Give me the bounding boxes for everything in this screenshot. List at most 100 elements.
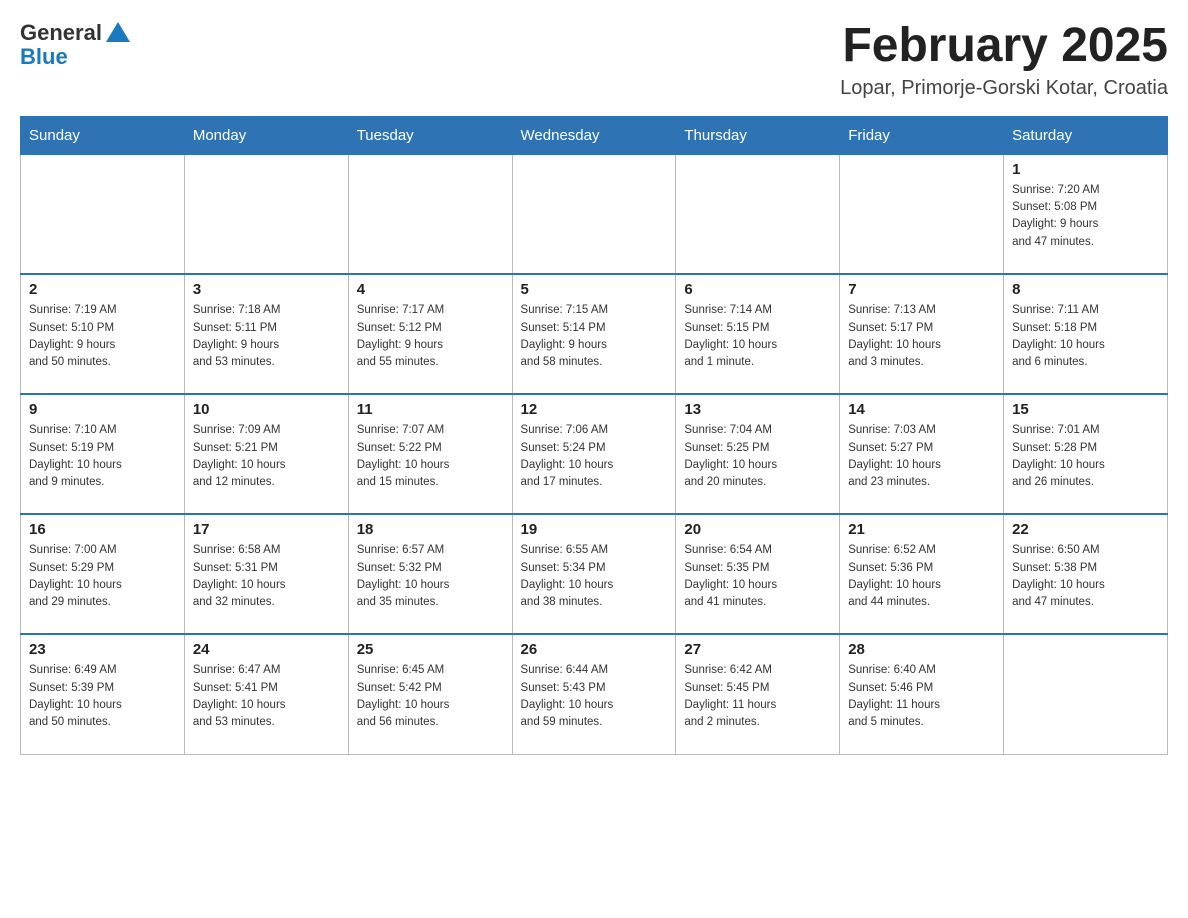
calendar-cell: 7Sunrise: 7:13 AM Sunset: 5:17 PM Daylig… [840,274,1004,394]
day-header-thursday: Thursday [676,116,840,154]
calendar-cell: 27Sunrise: 6:42 AM Sunset: 5:45 PM Dayli… [676,634,840,754]
calendar-week-row: 16 Sunrise: 7:00 AM Sunset: 5:29 PM Dayli… [21,514,1168,634]
day-header-saturday: Saturday [1004,116,1168,154]
calendar-table: SundayMondayTuesdayWednesdayThursdayFrid… [20,116,1168,755]
calendar-cell: 4 Sunrise: 7:17 AM Sunset: 5:12 PM Daylig… [348,274,512,394]
day-info: Sunrise: 7:01 AM Sunset: 5:28 PM Dayligh… [1012,422,1159,491]
day-info: Sunrise: 7:10 AM Sunset: 5:19 PM Dayligh… [29,422,176,491]
calendar-cell: 28 Sunrise: 6:40 AM Sunset: 5:46 PM Dayli… [840,634,1004,754]
calendar-cell [676,154,840,274]
day-number: 7 [848,281,995,298]
calendar-cell [21,154,185,274]
day-number: 3 [193,281,340,298]
logo: General Blue [20,20,130,70]
day-info: Sunrise: 6:57 AM Sunset: 5:32 PM Dayligh… [357,542,504,611]
day-header-sunday: Sunday [21,116,185,154]
day-info: Sunrise: 6:45 AM Sunset: 5:42 PM Dayligh… [357,662,504,731]
month-title: February 2025 [840,20,1168,73]
calendar-cell: 3 Sunrise: 7:18 AM Sunset: 5:11 PM Daylig… [184,274,348,394]
day-info: Sunrise: 6:42 AM Sunset: 5:45 PM Dayligh… [684,662,831,731]
calendar-cell [184,154,348,274]
location-title: Lopar, Primorje-Gorski Kotar, Croatia [840,77,1168,100]
calendar-header-row: SundayMondayTuesdayWednesdayThursdayFrid… [21,116,1168,154]
day-info: Sunrise: 7:19 AM Sunset: 5:10 PM Dayligh… [29,302,176,371]
day-number: 9 [29,401,176,418]
day-number: 23 [29,641,176,658]
calendar-cell [1004,634,1168,754]
calendar-week-row: 23Sunrise: 6:49 AM Sunset: 5:39 PM Dayli… [21,634,1168,754]
day-number: 26 [521,641,668,658]
calendar-cell [840,154,1004,274]
day-info: Sunrise: 6:52 AM Sunset: 5:36 PM Dayligh… [848,542,995,611]
day-info: Sunrise: 6:54 AM Sunset: 5:35 PM Dayligh… [684,542,831,611]
calendar-cell: 16 Sunrise: 7:00 AM Sunset: 5:29 PM Dayli… [21,514,185,634]
day-info: Sunrise: 7:11 AM Sunset: 5:18 PM Dayligh… [1012,302,1159,371]
day-info: Sunrise: 6:44 AM Sunset: 5:43 PM Dayligh… [521,662,668,731]
day-info: Sunrise: 6:58 AM Sunset: 5:31 PM Dayligh… [193,542,340,611]
day-number: 24 [193,641,340,658]
day-info: Sunrise: 7:09 AM Sunset: 5:21 PM Dayligh… [193,422,340,491]
day-number: 28 [848,641,995,658]
day-header-tuesday: Tuesday [348,116,512,154]
calendar-week-row: 1 Sunrise: 7:20 AM Sunset: 5:08 PM Daylig… [21,154,1168,274]
day-info: Sunrise: 7:18 AM Sunset: 5:11 PM Dayligh… [193,302,340,371]
calendar-cell: 10 Sunrise: 7:09 AM Sunset: 5:21 PM Dayli… [184,394,348,514]
calendar-cell: 21 Sunrise: 6:52 AM Sunset: 5:36 PM Dayli… [840,514,1004,634]
day-info: Sunrise: 7:00 AM Sunset: 5:29 PM Dayligh… [29,542,176,611]
day-info: Sunrise: 7:07 AM Sunset: 5:22 PM Dayligh… [357,422,504,491]
day-number: 14 [848,401,995,418]
day-header-friday: Friday [840,116,1004,154]
day-number: 8 [1012,281,1159,298]
day-info: Sunrise: 7:04 AM Sunset: 5:25 PM Dayligh… [684,422,831,491]
day-number: 2 [29,281,176,298]
calendar-cell: 14 Sunrise: 7:03 AM Sunset: 5:27 PM Dayli… [840,394,1004,514]
day-number: 17 [193,521,340,538]
calendar-cell: 19 Sunrise: 6:55 AM Sunset: 5:34 PM Dayli… [512,514,676,634]
day-info: Sunrise: 7:15 AM Sunset: 5:14 PM Dayligh… [521,302,668,371]
calendar-cell: 12 Sunrise: 7:06 AM Sunset: 5:24 PM Dayli… [512,394,676,514]
day-number: 16 [29,521,176,538]
calendar-cell: 20 Sunrise: 6:54 AM Sunset: 5:35 PM Dayli… [676,514,840,634]
day-number: 13 [684,401,831,418]
calendar-week-row: 2 Sunrise: 7:19 AM Sunset: 5:10 PM Daylig… [21,274,1168,394]
calendar-cell: 8 Sunrise: 7:11 AM Sunset: 5:18 PM Daylig… [1004,274,1168,394]
calendar-cell: 6 Sunrise: 7:14 AM Sunset: 5:15 PM Daylig… [676,274,840,394]
calendar-cell [348,154,512,274]
day-number: 25 [357,641,504,658]
day-info: Sunrise: 6:55 AM Sunset: 5:34 PM Dayligh… [521,542,668,611]
day-number: 20 [684,521,831,538]
day-number: 6 [684,281,831,298]
calendar-cell: 13 Sunrise: 7:04 AM Sunset: 5:25 PM Dayli… [676,394,840,514]
day-header-monday: Monday [184,116,348,154]
day-number: 21 [848,521,995,538]
calendar-cell: 23Sunrise: 6:49 AM Sunset: 5:39 PM Dayli… [21,634,185,754]
day-number: 18 [357,521,504,538]
day-number: 1 [1012,161,1159,178]
day-info: Sunrise: 7:17 AM Sunset: 5:12 PM Dayligh… [357,302,504,371]
day-number: 12 [521,401,668,418]
calendar-cell: 26 Sunrise: 6:44 AM Sunset: 5:43 PM Dayli… [512,634,676,754]
day-number: 4 [357,281,504,298]
calendar-cell: 24Sunrise: 6:47 AM Sunset: 5:41 PM Dayli… [184,634,348,754]
calendar-week-row: 9 Sunrise: 7:10 AM Sunset: 5:19 PM Daylig… [21,394,1168,514]
day-info: Sunrise: 6:50 AM Sunset: 5:38 PM Dayligh… [1012,542,1159,611]
day-info: Sunrise: 7:14 AM Sunset: 5:15 PM Dayligh… [684,302,831,371]
day-number: 22 [1012,521,1159,538]
day-number: 19 [521,521,668,538]
calendar-cell: 18 Sunrise: 6:57 AM Sunset: 5:32 PM Dayli… [348,514,512,634]
day-number: 10 [193,401,340,418]
calendar-cell: 22 Sunrise: 6:50 AM Sunset: 5:38 PM Dayli… [1004,514,1168,634]
day-info: Sunrise: 7:06 AM Sunset: 5:24 PM Dayligh… [521,422,668,491]
calendar-cell: 11Sunrise: 7:07 AM Sunset: 5:22 PM Dayli… [348,394,512,514]
calendar-cell: 9 Sunrise: 7:10 AM Sunset: 5:19 PM Daylig… [21,394,185,514]
logo-blue-text: Blue [20,44,68,70]
day-number: 15 [1012,401,1159,418]
day-info: Sunrise: 6:40 AM Sunset: 5:46 PM Dayligh… [848,662,995,731]
calendar-cell: 17 Sunrise: 6:58 AM Sunset: 5:31 PM Dayli… [184,514,348,634]
calendar-cell: 1 Sunrise: 7:20 AM Sunset: 5:08 PM Daylig… [1004,154,1168,274]
calendar-cell: 5 Sunrise: 7:15 AM Sunset: 5:14 PM Daylig… [512,274,676,394]
day-number: 5 [521,281,668,298]
day-info: Sunrise: 7:20 AM Sunset: 5:08 PM Dayligh… [1012,182,1159,251]
calendar-cell: 25 Sunrise: 6:45 AM Sunset: 5:42 PM Dayli… [348,634,512,754]
day-info: Sunrise: 7:03 AM Sunset: 5:27 PM Dayligh… [848,422,995,491]
